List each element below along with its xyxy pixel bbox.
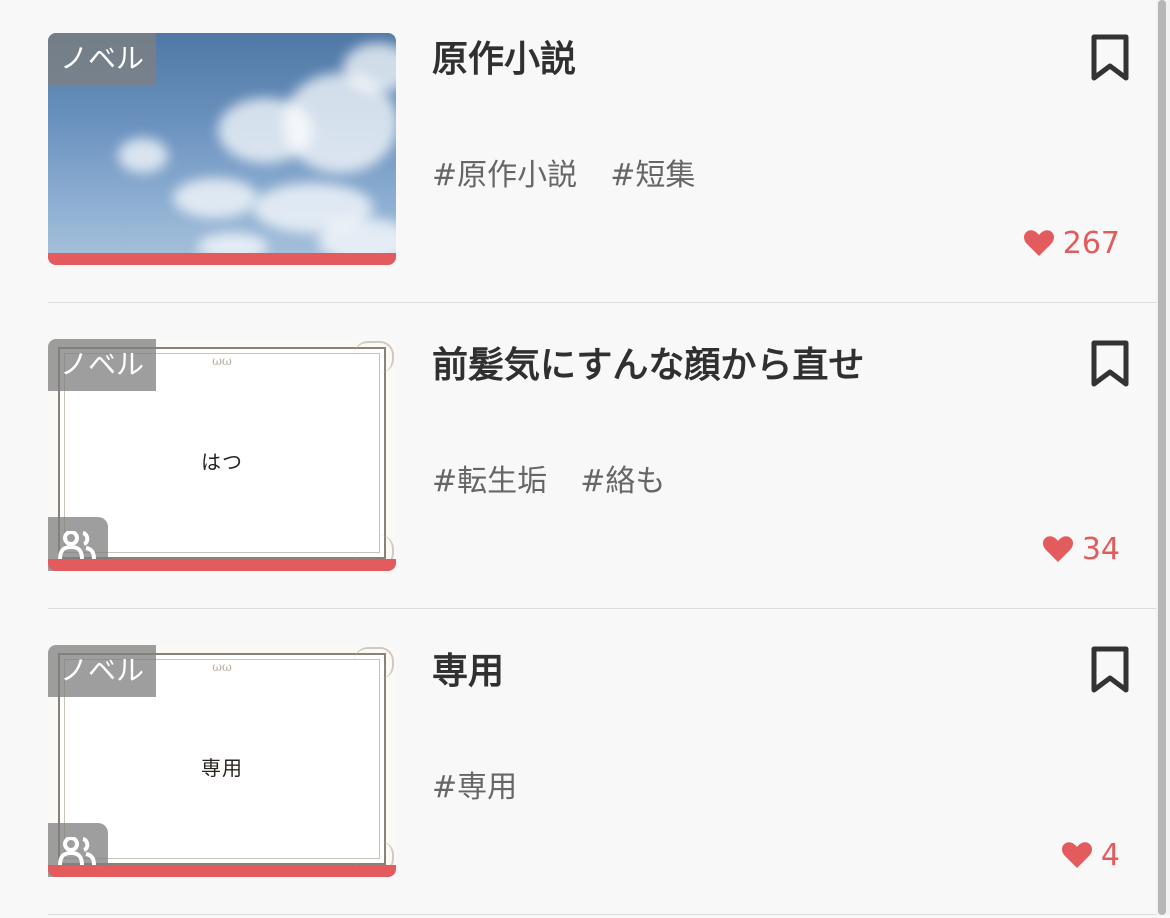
people-icon bbox=[58, 837, 96, 866]
like-count[interactable]: 267 bbox=[1023, 221, 1120, 265]
tag-link[interactable]: #原作小説 bbox=[432, 152, 577, 200]
cover-accent-bar bbox=[48, 865, 396, 877]
corner-ornament bbox=[354, 647, 394, 679]
crown-ornament: ωω bbox=[212, 354, 232, 368]
row-divider bbox=[48, 608, 1156, 609]
cover-text: はつ bbox=[201, 450, 243, 474]
novel-card[interactable]: ωω 専用 ノベル 専用 #専用 4 bbox=[0, 612, 1156, 918]
tag-list: #原作小説 #短集 bbox=[432, 152, 723, 200]
people-icon bbox=[58, 531, 96, 560]
novel-card[interactable]: ノベル 原作小説 #原作小説 #短集 267 bbox=[0, 0, 1156, 306]
heart-icon bbox=[1023, 230, 1054, 256]
corner-ornament bbox=[354, 341, 394, 373]
vertical-scrollbar[interactable] bbox=[1156, 0, 1170, 915]
tag-link[interactable]: #専用 bbox=[432, 764, 517, 812]
cloud-shape bbox=[118, 138, 168, 173]
novel-card[interactable]: ωω はつ ノベル 前髪気にすんな顔から直せ #転生垢 #絡も 34 bbox=[0, 306, 1156, 612]
tag-list: #転生垢 #絡も bbox=[432, 458, 693, 506]
category-badge: ノベル bbox=[48, 339, 157, 391]
novel-title[interactable]: 専用 bbox=[432, 646, 1052, 698]
cover-text: 専用 bbox=[201, 756, 243, 780]
row-divider bbox=[48, 302, 1156, 303]
cloud-shape bbox=[173, 178, 258, 218]
novel-title[interactable]: 前髪気にすんな顔から直せ bbox=[432, 340, 1052, 392]
novel-title[interactable]: 原作小説 bbox=[432, 34, 1052, 86]
category-badge: ノベル bbox=[48, 645, 157, 697]
heart-icon bbox=[1061, 842, 1092, 868]
novel-list: ノベル 原作小説 #原作小説 #短集 267 ωω はつ ノベル 前髪気にすんな… bbox=[0, 0, 1156, 915]
cover-accent-bar bbox=[48, 559, 396, 571]
tag-list: #専用 bbox=[432, 764, 545, 812]
bookmark-icon[interactable] bbox=[1087, 340, 1133, 388]
like-number: 4 bbox=[1100, 837, 1120, 873]
like-number: 34 bbox=[1081, 531, 1120, 567]
bookmark-icon[interactable] bbox=[1087, 34, 1133, 82]
like-count[interactable]: 4 bbox=[1061, 833, 1120, 877]
like-count[interactable]: 34 bbox=[1042, 527, 1120, 571]
tag-link[interactable]: #絡も bbox=[580, 458, 665, 506]
bookmark-icon[interactable] bbox=[1087, 646, 1133, 694]
tag-link[interactable]: #短集 bbox=[610, 152, 695, 200]
like-number: 267 bbox=[1062, 225, 1120, 261]
tag-link[interactable]: #転生垢 bbox=[432, 458, 547, 506]
scrollbar-thumb[interactable] bbox=[1158, 0, 1166, 915]
crown-ornament: ωω bbox=[212, 660, 232, 674]
category-badge: ノベル bbox=[48, 33, 157, 85]
heart-icon bbox=[1042, 536, 1073, 562]
cover-accent-bar bbox=[48, 253, 396, 265]
